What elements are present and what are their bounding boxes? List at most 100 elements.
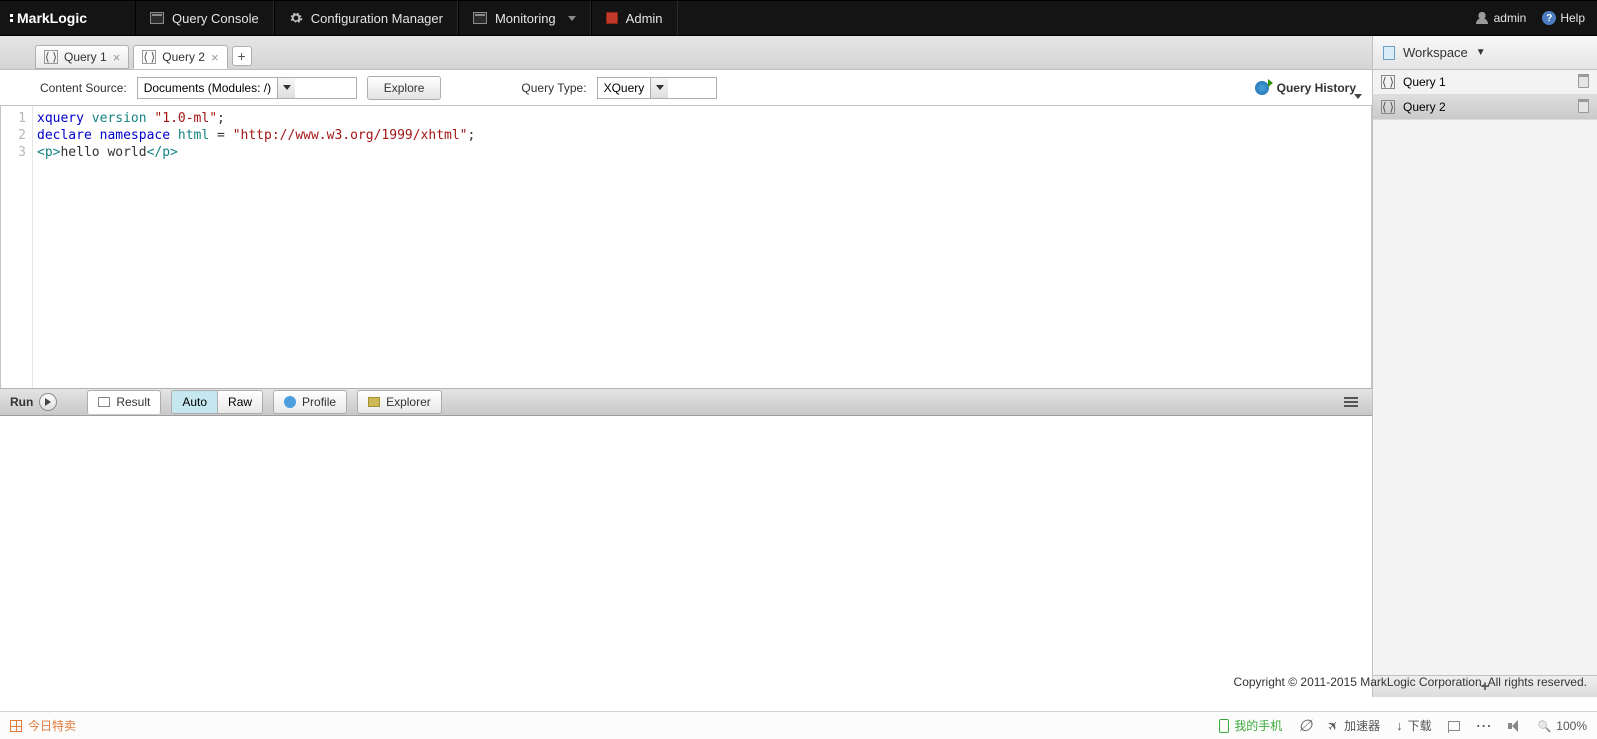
- profile-tab[interactable]: Profile: [273, 390, 347, 414]
- token-ident: html: [178, 128, 209, 143]
- sb-download[interactable]: 下载: [1396, 717, 1432, 734]
- nav-label: Configuration Manager: [311, 11, 443, 26]
- nav-query-console[interactable]: Query Console: [135, 1, 274, 35]
- menu-button[interactable]: [1340, 393, 1362, 411]
- run-button[interactable]: Run: [10, 393, 77, 411]
- sb-flag[interactable]: [1448, 721, 1460, 731]
- explorer-tab[interactable]: Explorer: [357, 390, 442, 414]
- user-icon: [1476, 12, 1488, 24]
- token-string: "1.0-ml": [154, 111, 217, 126]
- query-icon: ⟨⟩: [1381, 75, 1395, 89]
- editor-column: ⟨⟩ Query 1 × ⟨⟩ Query 2 × + Content Sour…: [0, 36, 1372, 697]
- sb-more[interactable]: [1476, 716, 1492, 736]
- chevron-down-icon: [568, 16, 576, 21]
- select-value: Documents (Modules: /): [138, 81, 277, 95]
- add-tab-button[interactable]: +: [232, 46, 252, 66]
- sb-label: 我的手机: [1234, 717, 1282, 734]
- folder-icon: [368, 397, 380, 407]
- result-tab[interactable]: Result: [87, 390, 161, 414]
- sb-label: 100%: [1556, 719, 1587, 733]
- sb-label: 今日特卖: [28, 717, 76, 734]
- download-icon: [1396, 718, 1403, 733]
- nav-config-manager[interactable]: Configuration Manager: [274, 1, 458, 35]
- gear-icon: [289, 11, 303, 25]
- token-keyword: namespace: [100, 128, 170, 143]
- top-nav: MarkLogic Query Console Configuration Ma…: [0, 0, 1597, 36]
- trash-icon[interactable]: [1578, 101, 1589, 113]
- gift-icon: [10, 720, 22, 732]
- sb-sound[interactable]: [1508, 720, 1522, 732]
- query-icon: ⟨⟩: [1381, 100, 1395, 114]
- token-tag: <p>: [37, 145, 60, 160]
- query-type-label: Query Type:: [521, 81, 586, 95]
- tab-label: Result: [116, 395, 150, 409]
- item-label: Query 2: [1403, 100, 1570, 114]
- tab-query-1[interactable]: ⟨⟩ Query 1 ×: [35, 45, 129, 69]
- query-history-button[interactable]: Query History: [1255, 80, 1362, 96]
- results-area: [0, 416, 1372, 698]
- line-gutter: 123: [1, 106, 33, 388]
- auto-toggle[interactable]: Auto: [172, 391, 217, 413]
- query-icon: ⟨⟩: [44, 50, 58, 64]
- more-icon: [1476, 716, 1492, 736]
- tab-label: Query 2: [162, 50, 205, 64]
- browser-status-bar: 今日特卖 我的手机 ∅ ✈ 加速器 下载 100%: [0, 711, 1597, 739]
- sb-accel[interactable]: ✈ 加速器: [1328, 717, 1380, 734]
- sb-hot-sale[interactable]: 今日特卖: [10, 717, 76, 734]
- code-body[interactable]: xquery version "1.0-ml"; declare namespa…: [33, 106, 1371, 388]
- sb-slash[interactable]: ∅: [1298, 716, 1312, 736]
- trash-icon[interactable]: [1578, 76, 1589, 88]
- nav-monitoring[interactable]: Monitoring: [458, 1, 591, 35]
- logo-icon: [10, 14, 13, 22]
- play-icon: [39, 393, 57, 411]
- token-keyword: version: [92, 111, 147, 126]
- nav-label: Monitoring: [495, 11, 556, 26]
- sb-my-phone[interactable]: 我的手机: [1219, 717, 1282, 734]
- content-source-select[interactable]: Documents (Modules: /): [137, 77, 357, 99]
- tab-label: Query 1: [64, 50, 107, 64]
- monitor-icon: [473, 12, 487, 24]
- token-tag: </p>: [147, 145, 178, 160]
- doc-icon: [98, 397, 110, 407]
- phone-icon: [1219, 719, 1229, 733]
- profile-icon: [284, 396, 296, 408]
- current-user[interactable]: admin: [1476, 11, 1527, 25]
- query-type-select[interactable]: XQuery: [597, 77, 717, 99]
- workspace-dropdown[interactable]: Workspace ▼: [1373, 36, 1597, 70]
- chevron-down-icon: [650, 78, 668, 98]
- code-editor[interactable]: 123 xquery version "1.0-ml"; declare nam…: [0, 106, 1372, 388]
- history-icon: [1255, 80, 1271, 96]
- rocket-icon: ✈: [1324, 716, 1343, 735]
- query-icon: ⟨⟩: [142, 50, 156, 64]
- token-punct: ;: [217, 111, 225, 126]
- token-string: "http://www.w3.org/1999/xhtml": [233, 128, 468, 143]
- user-name: admin: [1494, 11, 1527, 25]
- chevron-down-icon: [277, 78, 295, 98]
- workspace-item[interactable]: ⟨⟩ Query 2: [1373, 95, 1597, 120]
- brand-text: MarkLogic: [17, 10, 87, 26]
- token-punct: ;: [468, 128, 476, 143]
- help-icon: ?: [1542, 11, 1556, 25]
- raw-toggle[interactable]: Raw: [217, 391, 262, 413]
- help-text: Help: [1560, 11, 1585, 25]
- admin-icon: [606, 12, 618, 24]
- help-link[interactable]: ? Help: [1542, 11, 1585, 25]
- sb-zoom[interactable]: 100%: [1538, 719, 1587, 733]
- chevron-down-icon: [1354, 94, 1362, 99]
- close-icon[interactable]: ×: [113, 51, 121, 64]
- item-label: Query 1: [1403, 75, 1570, 89]
- nav-admin[interactable]: Admin: [591, 1, 678, 35]
- result-bar: Run Result Auto Raw Profile Explorer: [0, 388, 1372, 416]
- workspace-item[interactable]: ⟨⟩ Query 1: [1373, 70, 1597, 95]
- format-toggle: Auto Raw: [171, 390, 263, 414]
- nav-label: Query Console: [172, 11, 259, 26]
- console-icon: [150, 12, 164, 24]
- tab-label: Explorer: [386, 395, 431, 409]
- tab-query-2[interactable]: ⟨⟩ Query 2 ×: [133, 45, 227, 69]
- explore-button[interactable]: Explore: [367, 76, 442, 100]
- editor-toolbar: Content Source: Documents (Modules: /) E…: [0, 70, 1372, 106]
- close-icon[interactable]: ×: [211, 51, 219, 64]
- sb-label: 加速器: [1344, 717, 1380, 734]
- workspace-title: Workspace: [1403, 45, 1468, 60]
- workspace-icon: [1383, 46, 1395, 60]
